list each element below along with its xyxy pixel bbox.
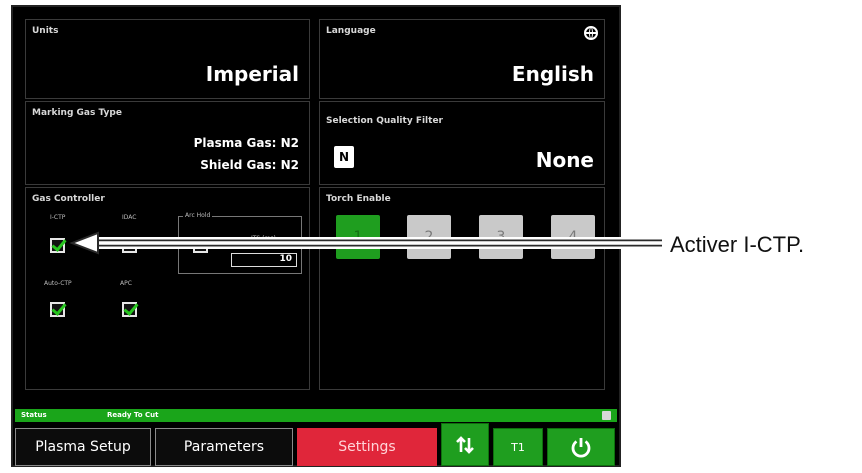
callout-text: Activer I-CTP. (670, 232, 805, 257)
